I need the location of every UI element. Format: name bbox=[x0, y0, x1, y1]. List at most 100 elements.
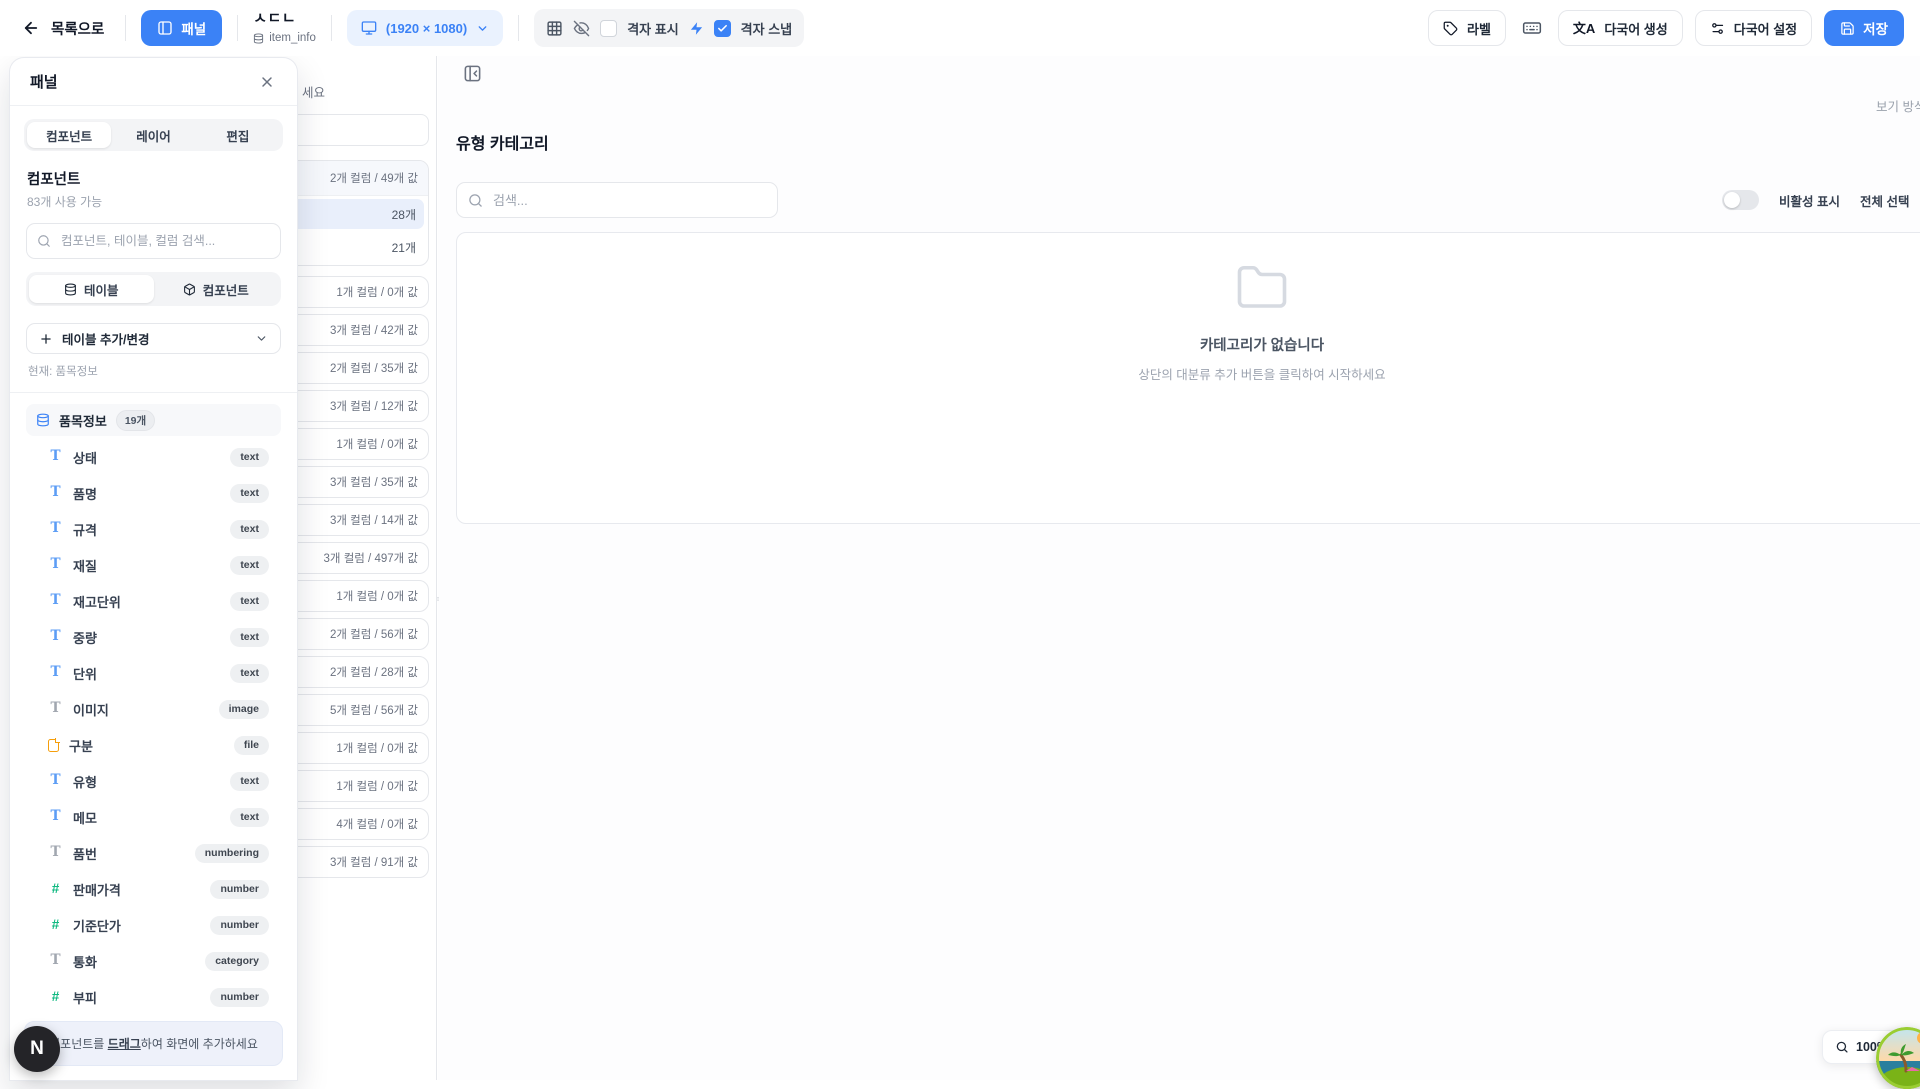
eye-off-icon[interactable] bbox=[573, 20, 590, 37]
close-panel-button[interactable] bbox=[257, 72, 277, 92]
field-row[interactable]: #판매가격number bbox=[26, 871, 281, 907]
field-row[interactable]: T재질text bbox=[26, 547, 281, 583]
field-name: 판매가격 bbox=[73, 880, 200, 899]
field-row[interactable]: T이미지image bbox=[26, 691, 281, 727]
select-all-button[interactable]: 전체 선택 bbox=[1860, 191, 1909, 210]
back-label: 목록으로 bbox=[51, 18, 104, 39]
i18n-settings-button[interactable]: 다국어 설정 bbox=[1695, 10, 1812, 46]
category-card[interactable]: 4개 컬럼 / 0개 값 bbox=[290, 808, 429, 840]
field-name: 유형 bbox=[73, 772, 220, 791]
panel-tab-1[interactable]: 레이어 bbox=[111, 122, 195, 148]
current-table-label: 현재: 품목정보 bbox=[28, 363, 279, 379]
app-logo-button[interactable]: N bbox=[14, 1026, 60, 1072]
table-mode-button[interactable]: 테이블 bbox=[29, 275, 154, 303]
panel-tab-0[interactable]: 컴포넌트 bbox=[27, 122, 111, 148]
monitor-icon bbox=[361, 20, 377, 36]
field-name: 통화 bbox=[73, 952, 195, 971]
file-icon bbox=[48, 739, 59, 752]
save-button[interactable]: 저장 bbox=[1824, 10, 1904, 46]
category-card[interactable]: 1개 컬럼 / 0개 값 bbox=[290, 428, 429, 460]
field-type-badge: text bbox=[230, 772, 269, 791]
category-card[interactable]: 1개 컬럼 / 0개 값 bbox=[290, 732, 429, 764]
component-mode-button[interactable]: 컴포넌트 bbox=[154, 275, 279, 303]
grid-snap-checkbox[interactable] bbox=[714, 20, 731, 37]
category-card[interactable]: 3개 컬럼 / 14개 값 bbox=[290, 504, 429, 536]
category-search bbox=[456, 182, 778, 218]
field-name: 규격 bbox=[73, 520, 220, 539]
collapse-panel-button[interactable] bbox=[460, 61, 485, 86]
i18n-settings-text: 다국어 설정 bbox=[1734, 19, 1797, 38]
category-card[interactable]: 3개 컬럼 / 12개 값 bbox=[290, 390, 429, 422]
field-name: 중량 bbox=[73, 628, 220, 647]
category-card[interactable]: 3개 컬럼 / 91개 값 bbox=[290, 846, 429, 878]
group-item[interactable]: 28개 bbox=[290, 199, 424, 229]
keyboard-shortcuts-button[interactable] bbox=[1518, 14, 1546, 42]
field-count-badge: 19개 bbox=[116, 410, 155, 431]
panel-toggle-button[interactable]: 패널 bbox=[141, 10, 222, 46]
keyboard-icon bbox=[1522, 18, 1542, 38]
category-search-input[interactable] bbox=[491, 192, 766, 209]
field-row[interactable]: T중량text bbox=[26, 619, 281, 655]
category-group-items: 28개21개 bbox=[290, 199, 428, 262]
category-card[interactable]: 2개 컬럼 / 56개 값 bbox=[290, 618, 429, 650]
field-row[interactable]: T메모text bbox=[26, 799, 281, 835]
category-card[interactable]: 2개 컬럼 / 28개 값 bbox=[290, 656, 429, 688]
empty-state-subtitle: 상단의 대분류 추가 버튼을 클릭하여 시작하세요 bbox=[457, 364, 1920, 383]
field-row[interactable]: T 품명 text bbox=[26, 475, 281, 511]
field-row[interactable]: T통화category bbox=[26, 943, 281, 979]
category-card[interactable]: 3개 컬럼 / 35개 값 bbox=[290, 466, 429, 498]
grid-show-checkbox[interactable] bbox=[600, 20, 617, 37]
category-card[interactable]: 3개 컬럼 / 42개 값 bbox=[290, 314, 429, 346]
grid-show-label: 격자 표시 bbox=[627, 19, 678, 38]
category-card[interactable]: 5개 컬럼 / 56개 값 bbox=[290, 694, 429, 726]
field-row[interactable]: T상태text bbox=[26, 439, 281, 475]
panel-search-input[interactable] bbox=[59, 233, 270, 249]
inactive-toggle[interactable] bbox=[1722, 190, 1759, 210]
add-table-button[interactable]: 테이블 추가/변경 bbox=[26, 323, 281, 354]
field-name: 구분 bbox=[69, 736, 224, 755]
text-icon: T bbox=[48, 594, 63, 608]
translate-icon: 文A bbox=[1573, 22, 1595, 35]
chevron-down-icon bbox=[476, 22, 489, 35]
category-card[interactable]: 2개 컬럼 / 35개 값 bbox=[290, 352, 429, 384]
category-list-input[interactable] bbox=[290, 114, 429, 146]
field-row[interactable]: T재고단위text bbox=[26, 583, 281, 619]
i18n-generate-button[interactable]: 文A 다국어 생성 bbox=[1558, 10, 1683, 46]
label-button[interactable]: 라벨 bbox=[1428, 10, 1506, 46]
grid-icon bbox=[546, 20, 563, 37]
text-icon: T bbox=[48, 486, 63, 500]
field-name: 품명 bbox=[73, 484, 220, 503]
field-type-badge: text bbox=[230, 592, 269, 611]
drag-hint-suffix: 하여 화면에 추가하세요 bbox=[141, 1037, 258, 1051]
lightning-icon bbox=[689, 21, 704, 36]
group-item[interactable]: 21개 bbox=[290, 232, 424, 262]
field-row[interactable]: #기준단가number bbox=[26, 907, 281, 943]
field-row[interactable]: T품번numbering bbox=[26, 835, 281, 871]
field-row[interactable]: 구분file bbox=[26, 727, 281, 763]
panel-resize-handle[interactable] bbox=[431, 586, 445, 612]
back-to-list-button[interactable]: 목록으로 bbox=[16, 14, 110, 43]
field-name: 기준단가 bbox=[73, 916, 200, 935]
inactive-toggle-label: 비활성 표시 bbox=[1779, 191, 1840, 210]
resolution-value: (1920 × 1080) bbox=[386, 21, 467, 36]
category-card[interactable]: 3개 컬럼 / 497개 값 bbox=[290, 542, 429, 574]
field-row[interactable]: T유형text bbox=[26, 763, 281, 799]
category-card[interactable]: 1개 컬럼 / 0개 값 bbox=[290, 276, 429, 308]
category-card[interactable]: 1개 컬럼 / 0개 값 bbox=[290, 770, 429, 802]
category-card[interactable]: 1개 컬럼 / 0개 값 bbox=[290, 580, 429, 612]
resolution-selector[interactable]: (1920 × 1080) bbox=[347, 10, 503, 46]
field-row[interactable]: T단위text bbox=[26, 655, 281, 691]
table-row[interactable]: 품목정보 19개 bbox=[26, 404, 281, 436]
table-name: 품목정보 bbox=[59, 411, 107, 430]
field-name: 재질 bbox=[73, 556, 220, 575]
field-row[interactable]: #부피number bbox=[26, 979, 281, 1013]
field-name: 품번 bbox=[73, 844, 185, 863]
drag-hint-bold: 드래그 bbox=[108, 1037, 141, 1051]
field-type-badge: text bbox=[230, 484, 269, 503]
field-name: 단위 bbox=[73, 664, 220, 683]
panel-button-label: 패널 bbox=[181, 18, 206, 38]
field-row[interactable]: T규격text bbox=[26, 511, 281, 547]
text-icon: T bbox=[48, 666, 63, 680]
folder-icon bbox=[1235, 261, 1289, 315]
panel-tab-2[interactable]: 편집 bbox=[196, 122, 280, 148]
